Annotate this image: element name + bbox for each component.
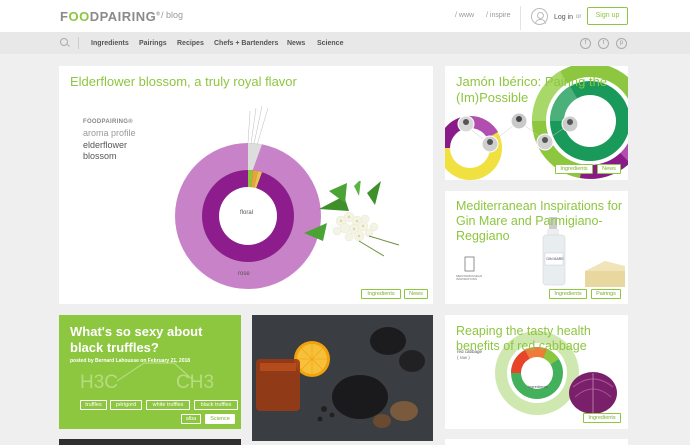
tag-pairings[interactable]: Pairings [591, 289, 621, 299]
elderflower-image [304, 181, 400, 257]
article-card-partial[interactable] [445, 439, 628, 445]
pinterest-icon[interactable]: p [616, 38, 627, 49]
article-title[interactable]: What's so sexy about black truffles? [70, 324, 220, 355]
article-card-cabbage[interactable]: red cabbage ( raw ) ingredients Reaping … [445, 315, 628, 429]
facebook-icon[interactable]: f [580, 38, 591, 49]
tag-truffles[interactable]: truffles [80, 400, 107, 410]
blog-label: / blog [161, 10, 184, 20]
tag-news[interactable]: News [404, 289, 428, 299]
top-bar: FOODPAIRING® / blog / www / inspire Log … [0, 0, 690, 32]
tag-ingredients[interactable]: Ingredients [549, 289, 587, 299]
header-divider [520, 6, 521, 30]
tag-ingredients[interactable]: Ingredients [583, 413, 621, 423]
tag-perigord[interactable]: périgord [110, 400, 142, 410]
formula-left: H3C [80, 372, 119, 393]
tag-alba[interactable]: alba [181, 414, 201, 424]
tag-news[interactable]: News [597, 164, 621, 174]
article-card-elderflower[interactable]: Elderflower blossom, a truly royal flavo… [59, 66, 433, 304]
tag-black-truffles[interactable]: black truffles [194, 400, 238, 410]
article-title[interactable]: Jamón Ibérico: Pairing the (Im)Possible [456, 74, 628, 105]
user-icon[interactable] [531, 8, 548, 25]
chart-center-label: ingredients [528, 384, 548, 389]
article-title[interactable]: Reaping the tasty health benefits of red… [456, 324, 626, 354]
or-label: or [576, 14, 582, 20]
search-icon[interactable] [60, 38, 68, 46]
aroma-center [219, 187, 277, 245]
nav-item-science[interactable]: Science [317, 40, 343, 47]
inspire-link[interactable]: / inspire [486, 12, 511, 19]
mediterranean-logo: MEDITERRANEAN INSPIRATIONS [456, 274, 483, 282]
www-link[interactable]: / www [455, 12, 474, 19]
twitter-icon[interactable]: t [598, 38, 609, 49]
article-card-truffles[interactable]: H3C CH3 What's so sexy about black truff… [59, 315, 241, 429]
nav-item-news[interactable]: News [287, 40, 305, 47]
login-link[interactable]: Log in [554, 14, 573, 21]
article-card-mediterranean[interactable]: GIN MARE MEDITERRANEAN INSPIRATIONS Medi… [445, 191, 628, 304]
tag-ingredients[interactable]: Ingredients [555, 164, 593, 174]
article-byline: posted by Bernard Lahousse on February 2… [70, 358, 191, 364]
formula-right: CH3 [176, 372, 215, 393]
floral-label: floral [240, 210, 254, 216]
rose-label: rose [238, 271, 250, 277]
tag-science[interactable]: Science [205, 414, 235, 424]
article-card-partial[interactable] [59, 439, 241, 445]
nav-bar: Ingredients Pairings Recipes Chefs + Bar… [0, 32, 690, 54]
bottle-label: GIN MARE [546, 257, 564, 261]
tag-white-truffles[interactable]: white truffles [146, 400, 190, 410]
tag-ingredients[interactable]: Ingredients [361, 289, 401, 299]
truffle-cocktail-photo [252, 315, 433, 441]
foodpairing-logo[interactable]: FOODPAIRING® [60, 9, 160, 24]
nav-item-ingredients[interactable]: Ingredients [91, 40, 129, 47]
nav-item-pairings[interactable]: Pairings [139, 40, 167, 47]
article-title[interactable]: Mediterranean Inspirations for Gin Mare … [456, 199, 626, 244]
nav-item-recipes[interactable]: Recipes [177, 40, 204, 47]
article-card-truffle-photo[interactable] [252, 315, 433, 441]
signup-button[interactable]: Sign up [587, 7, 628, 25]
nav-item-chefs-bartenders[interactable]: Chefs + Bartenders [214, 40, 278, 47]
chart-label-raw: ( raw ) [457, 355, 470, 360]
nav-divider [78, 37, 79, 49]
article-card-jamon[interactable]: Jamón Ibérico: Pairing the (Im)Possible … [445, 66, 628, 180]
